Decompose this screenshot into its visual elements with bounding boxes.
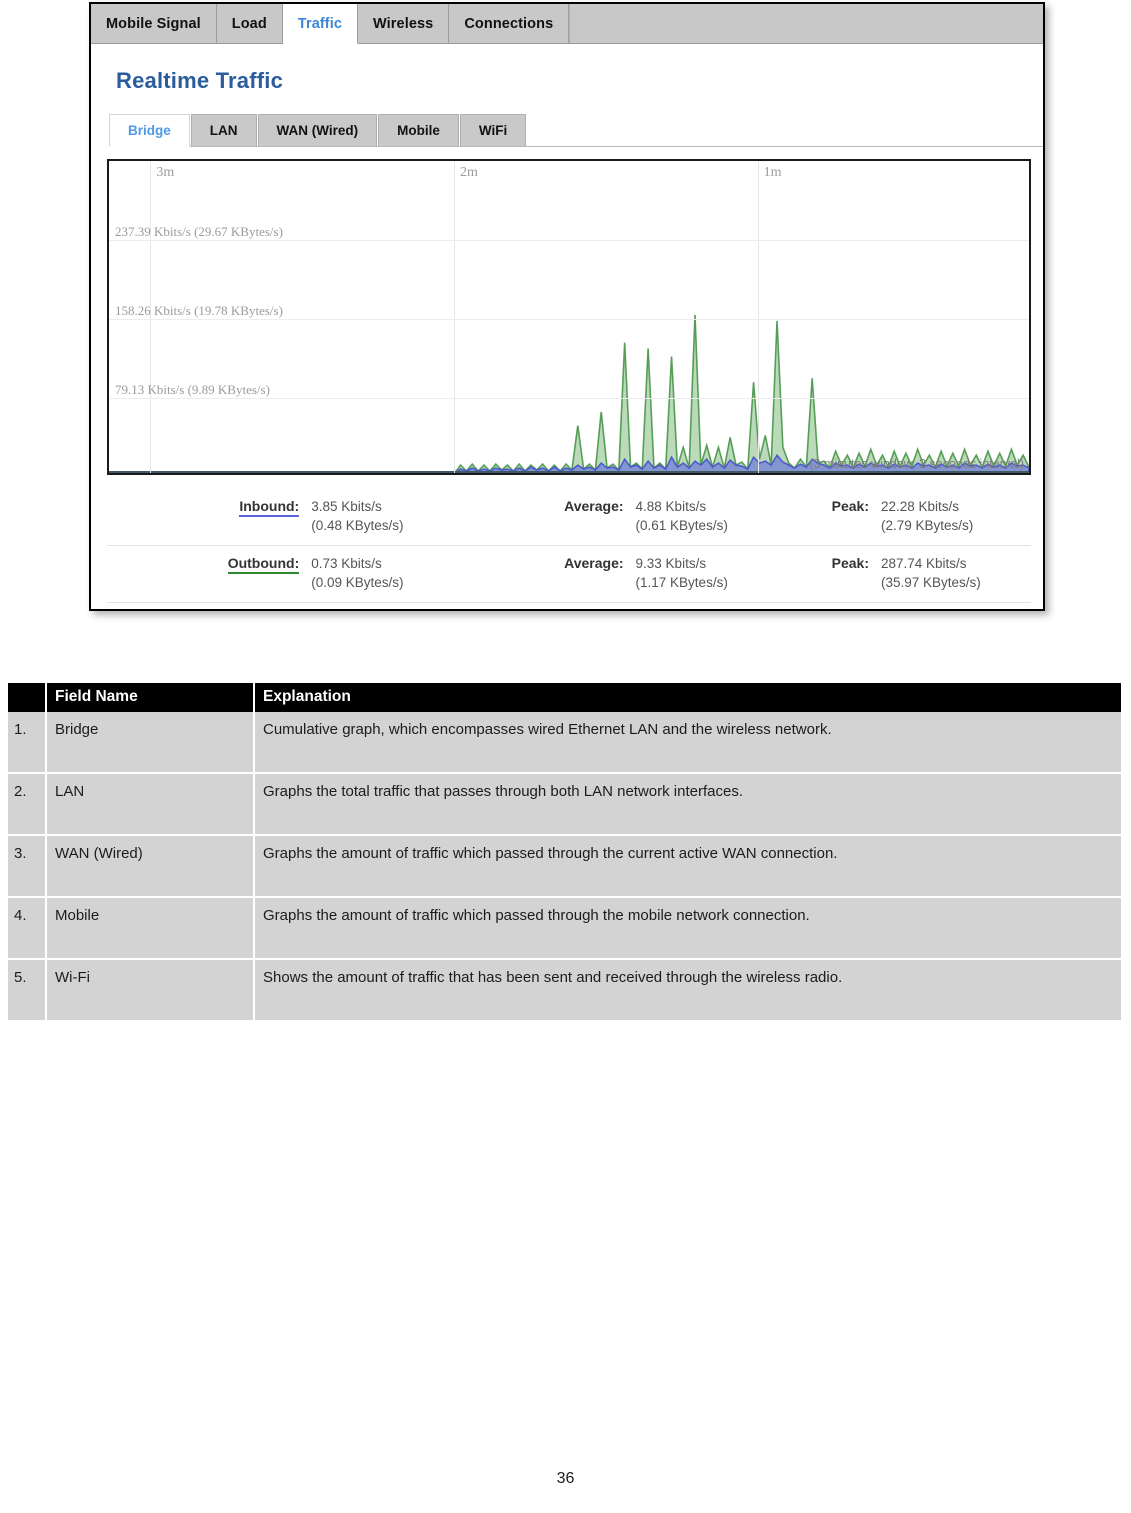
row-field-name: Wi-Fi: [46, 959, 254, 1021]
row-explanation: Cumulative graph, which encompasses wire…: [254, 712, 1122, 773]
sub-tab-bridge[interactable]: Bridge: [109, 114, 190, 147]
row-field-name: Mobile: [46, 897, 254, 959]
row-number: 5.: [8, 959, 46, 1021]
inbound-average-primary: 4.88 Kbits/s: [636, 497, 786, 516]
inbound-peak-secondary: (2.79 KBytes/s): [881, 516, 1031, 535]
main-tab-bar: Mobile Signal Load Traffic Wireless Conn…: [91, 4, 1043, 44]
inbound-average-label: Average:: [564, 497, 623, 514]
inbound-label: Inbound:: [239, 497, 299, 517]
chart-y-tick-label: 79.13 Kbits/s (9.89 KBytes/s): [115, 382, 270, 398]
main-tab-load[interactable]: Load: [217, 4, 283, 43]
sub-tab-label: WiFi: [479, 123, 507, 138]
main-tab-mobile-signal[interactable]: Mobile Signal: [91, 4, 217, 43]
sub-tab-wan-wired[interactable]: WAN (Wired): [258, 114, 378, 146]
table-row: 2. LAN Graphs the total traffic that pas…: [8, 773, 1122, 835]
sub-tab-lan[interactable]: LAN: [191, 114, 257, 146]
stats-row-outbound: Outbound: 0.73 Kbits/s (0.09 KBytes/s) A…: [107, 546, 1031, 603]
chart-horizontal-gridline: [109, 240, 1029, 241]
stat-group-inbound-average: Average: 4.88 Kbits/s (0.61 KBytes/s): [461, 497, 785, 535]
main-tab-bar-filler: [569, 4, 1043, 43]
table-row: 3. WAN (Wired) Graphs the amount of traf…: [8, 835, 1122, 897]
stat-group-inbound-current: Inbound: 3.85 Kbits/s (0.48 KBytes/s): [107, 497, 461, 535]
row-explanation: Graphs the total traffic that passes thr…: [254, 773, 1122, 835]
chart-horizontal-gridline: [109, 398, 1029, 399]
chart-x-tick-label: 1m: [764, 165, 782, 181]
main-tab-label: Traffic: [298, 16, 342, 32]
table-row: 1. Bridge Cumulative graph, which encomp…: [8, 712, 1122, 773]
outbound-current-value: 0.73 Kbits/s (0.09 KBytes/s): [311, 554, 461, 592]
main-tab-traffic[interactable]: Traffic: [283, 4, 358, 44]
main-tab-label: Load: [232, 16, 267, 32]
field-explanation-table: Field Name Explanation 1. Bridge Cumulat…: [8, 683, 1123, 1022]
row-number: 4.: [8, 897, 46, 959]
chart-plot-area: 3m 2m 1m 79.13 Kbits/s (9.89 KBytes/s) 158.2…: [109, 161, 1029, 473]
outbound-peak-secondary: (35.97 KBytes/s): [881, 573, 1031, 592]
chart-x-tick-label: 3m: [156, 165, 174, 181]
sub-tab-label: LAN: [210, 123, 238, 138]
inbound-peak-label: Peak:: [832, 497, 869, 514]
inbound-current-secondary: (0.48 KBytes/s): [311, 516, 461, 535]
row-explanation: Graphs the amount of traffic which passe…: [254, 835, 1122, 897]
stats-row-inbound: Inbound: 3.85 Kbits/s (0.48 KBytes/s) Av…: [107, 489, 1031, 546]
outbound-peak-primary: 287.74 Kbits/s: [881, 554, 1031, 573]
chart-horizontal-gridline: [109, 319, 1029, 320]
row-field-name: LAN: [46, 773, 254, 835]
chart-y-tick-label: 158.26 Kbits/s (19.78 KBytes/s): [115, 303, 283, 319]
main-tab-label: Mobile Signal: [106, 16, 201, 32]
row-number: 3.: [8, 835, 46, 897]
chart-vertical-gridline: [758, 161, 759, 473]
outbound-current-primary: 0.73 Kbits/s: [311, 554, 461, 573]
main-tab-label: Connections: [464, 16, 553, 32]
sub-tab-label: WAN (Wired): [277, 123, 359, 138]
table-header-row: Field Name Explanation: [8, 683, 1122, 712]
inbound-peak-value: 22.28 Kbits/s (2.79 KBytes/s): [881, 497, 1031, 535]
row-number: 1.: [8, 712, 46, 773]
inbound-peak-primary: 22.28 Kbits/s: [881, 497, 1031, 516]
page-title: Realtime Traffic: [91, 44, 1043, 94]
outbound-peak-value: 287.74 Kbits/s (35.97 KBytes/s): [881, 554, 1031, 592]
row-field-name: Bridge: [46, 712, 254, 773]
stat-group-outbound-current: Outbound: 0.73 Kbits/s (0.09 KBytes/s): [107, 554, 461, 592]
table-row: 4. Mobile Graphs the amount of traffic w…: [8, 897, 1122, 959]
chart-x-tick-label: 2m: [460, 165, 478, 181]
inbound-current-value: 3.85 Kbits/s (0.48 KBytes/s): [311, 497, 461, 535]
inbound-average-secondary: (0.61 KBytes/s): [636, 516, 786, 535]
outbound-average-primary: 9.33 Kbits/s: [636, 554, 786, 573]
main-tab-wireless[interactable]: Wireless: [358, 4, 449, 43]
page-number: 36: [0, 1470, 1131, 1488]
traffic-statistics: Inbound: 3.85 Kbits/s (0.48 KBytes/s) Av…: [107, 489, 1031, 603]
row-explanation: Shows the amount of traffic that has bee…: [254, 959, 1122, 1021]
header-field-name: Field Name: [46, 683, 254, 712]
header-number: [8, 683, 46, 712]
table-row: 5. Wi-Fi Shows the amount of traffic tha…: [8, 959, 1122, 1021]
row-explanation: Graphs the amount of traffic which passe…: [254, 897, 1122, 959]
stat-group-inbound-peak: Peak: 22.28 Kbits/s (2.79 KBytes/s): [786, 497, 1031, 535]
sub-tab-bar: Bridge LAN WAN (Wired) Mobile WiFi: [109, 114, 1043, 147]
row-field-name: WAN (Wired): [46, 835, 254, 897]
main-tab-connections[interactable]: Connections: [449, 4, 569, 43]
header-explanation: Explanation: [254, 683, 1122, 712]
sub-tab-wifi[interactable]: WiFi: [460, 114, 526, 146]
chart-y-tick-label: 237.39 Kbits/s (29.67 KBytes/s): [115, 224, 283, 240]
row-number: 2.: [8, 773, 46, 835]
router-admin-screenshot: Mobile Signal Load Traffic Wireless Conn…: [89, 2, 1045, 611]
sub-tab-mobile[interactable]: Mobile: [378, 114, 459, 146]
stat-group-outbound-average: Average: 9.33 Kbits/s (1.17 KBytes/s): [461, 554, 785, 592]
stat-group-outbound-peak: Peak: 287.74 Kbits/s (35.97 KBytes/s): [786, 554, 1031, 592]
inbound-current-primary: 3.85 Kbits/s: [311, 497, 461, 516]
realtime-traffic-chart: 3m 2m 1m 79.13 Kbits/s (9.89 KBytes/s) 158.2…: [107, 159, 1031, 475]
outbound-label: Outbound:: [228, 554, 300, 574]
outbound-current-secondary: (0.09 KBytes/s): [311, 573, 461, 592]
chart-window-note: (3 minutes window, 3 seconds interval): [809, 457, 1024, 471]
outbound-peak-label: Peak:: [832, 554, 869, 571]
sub-tab-label: Mobile: [397, 123, 440, 138]
main-tab-label: Wireless: [373, 16, 433, 32]
panel-body: Realtime Traffic Bridge LAN WAN (Wired) …: [91, 44, 1043, 609]
outbound-average-value: 9.33 Kbits/s (1.17 KBytes/s): [636, 554, 786, 592]
outbound-average-secondary: (1.17 KBytes/s): [636, 573, 786, 592]
chart-vertical-gridline: [454, 161, 455, 473]
sub-tab-label: Bridge: [128, 123, 171, 138]
inbound-average-value: 4.88 Kbits/s (0.61 KBytes/s): [636, 497, 786, 535]
outbound-average-label: Average:: [564, 554, 623, 571]
